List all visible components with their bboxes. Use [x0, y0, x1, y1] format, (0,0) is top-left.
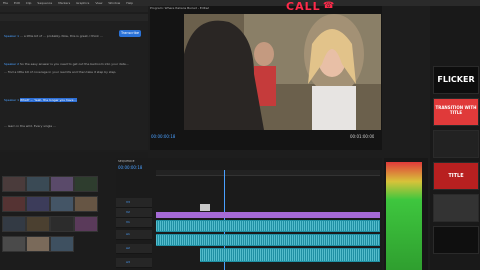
track-header-v2[interactable]: V2: [116, 208, 152, 218]
preset-title[interactable]: TITLE: [433, 162, 479, 190]
transcript-text: ... learn in the wild. Every single ...: [4, 124, 57, 128]
track-label: V2: [126, 210, 130, 214]
media-thumbnail[interactable]: [74, 216, 98, 232]
viewer-title: Program: Where Italians Buried - Edited: [150, 6, 210, 10]
transcript-text: So the easy answer is you need to get ou…: [20, 62, 129, 66]
track-label: V3: [126, 200, 130, 204]
sequence-tab[interactable]: SEQUENCE: [118, 159, 135, 163]
transcript-line[interactable]: Speaker 1 What? ... Yeah, the longer you…: [4, 98, 142, 102]
video-frame[interactable]: [184, 14, 381, 130]
meter-level-bar: [386, 162, 422, 270]
menu-help[interactable]: Help: [126, 1, 133, 5]
track-header-a1[interactable]: A1: [116, 230, 152, 240]
preset-thumbnail[interactable]: [433, 194, 479, 222]
timeline-timecode: 00:00:00:18: [118, 165, 143, 170]
media-thumbnail[interactable]: [26, 236, 50, 252]
menu-window[interactable]: Window: [108, 1, 120, 5]
speaker-label: Speaker 1: [4, 34, 20, 38]
preset-thumbnail[interactable]: [433, 226, 479, 254]
transcript-text: ... a little bit of ... probably. Now, t…: [20, 34, 103, 38]
transcript-line[interactable]: ... learn in the wild. Every single ...: [4, 124, 142, 128]
track-label: V1: [126, 220, 130, 224]
media-thumbnail[interactable]: [2, 216, 26, 232]
audio-clip[interactable]: [200, 248, 380, 262]
transcribe-button[interactable]: Transcribe: [119, 30, 141, 37]
menu-file[interactable]: File: [3, 1, 8, 5]
transcript-text: ... find a little bit of coverage in you…: [4, 70, 117, 74]
media-thumbnail[interactable]: [50, 176, 74, 192]
preset-thumbnail[interactable]: [433, 130, 479, 158]
media-thumbnail[interactable]: [26, 176, 50, 192]
video-clip-thumbnail[interactable]: [200, 204, 210, 211]
media-thumbnail[interactable]: [26, 196, 50, 212]
menu-sequence[interactable]: Sequence: [37, 1, 52, 5]
media-thumbnail[interactable]: [50, 236, 74, 252]
track-header-v3[interactable]: V3: [116, 198, 152, 208]
media-thumbnail[interactable]: [50, 196, 74, 212]
preset-flicker[interactable]: FLICKER: [433, 66, 479, 94]
menu-markers[interactable]: Markers: [58, 1, 70, 5]
track-label: A2: [126, 246, 130, 250]
transcript-line[interactable]: Speaker 2 So the easy answer is you need…: [4, 62, 142, 66]
timeline-panel: SEQUENCE 00:00:00:18 V3 V2 V1 A1 A2 A3: [116, 158, 382, 270]
menu-graphics[interactable]: Graphics: [76, 1, 89, 5]
viewer-timecode: 00:00:00:18: [151, 134, 176, 139]
speaker-label: Speaker 2: [4, 62, 20, 66]
media-thumbnail[interactable]: [2, 196, 26, 212]
track-label: A1: [126, 232, 130, 236]
media-thumbnail[interactable]: [26, 216, 50, 232]
media-thumbnail[interactable]: [2, 176, 26, 192]
phone-icon: ☎: [323, 1, 335, 11]
audio-clip[interactable]: [156, 220, 380, 232]
menu-clip[interactable]: Clip: [26, 1, 32, 5]
menu-view[interactable]: View: [95, 1, 102, 5]
video-clip[interactable]: [156, 212, 380, 218]
video-still: [184, 14, 381, 130]
essential-graphics-panel: FLICKER TRANSITION WITH TITLE TITLE: [430, 6, 480, 270]
media-thumbnail[interactable]: [74, 196, 98, 212]
panel-tabs: [0, 6, 148, 12]
transcript-line[interactable]: ... find a little bit of coverage in you…: [4, 70, 142, 74]
menu-edit[interactable]: Edit: [14, 1, 20, 5]
viewer-duration: 00:01:00:00: [350, 134, 375, 139]
track-header-a2[interactable]: A2: [116, 244, 152, 254]
preset-transition-title[interactable]: TRANSITION WITH TITLE: [433, 98, 479, 126]
audio-clip[interactable]: [156, 234, 380, 246]
time-ruler[interactable]: [156, 170, 380, 176]
track-label: A3: [126, 260, 130, 264]
call-overlay-text: CALL: [286, 0, 321, 13]
transcript-header: [0, 14, 148, 21]
media-thumbnail[interactable]: [74, 176, 98, 192]
media-thumbnail[interactable]: [2, 236, 26, 252]
speaker-label: Speaker 1: [4, 98, 20, 102]
media-thumbnail[interactable]: [50, 216, 74, 232]
audio-meter: [384, 158, 428, 270]
track-header-a3[interactable]: A3: [116, 258, 152, 268]
track-header-v1[interactable]: V1: [116, 218, 152, 228]
transcript-text: What? ... Yeah, the longer you have ...: [20, 98, 78, 102]
